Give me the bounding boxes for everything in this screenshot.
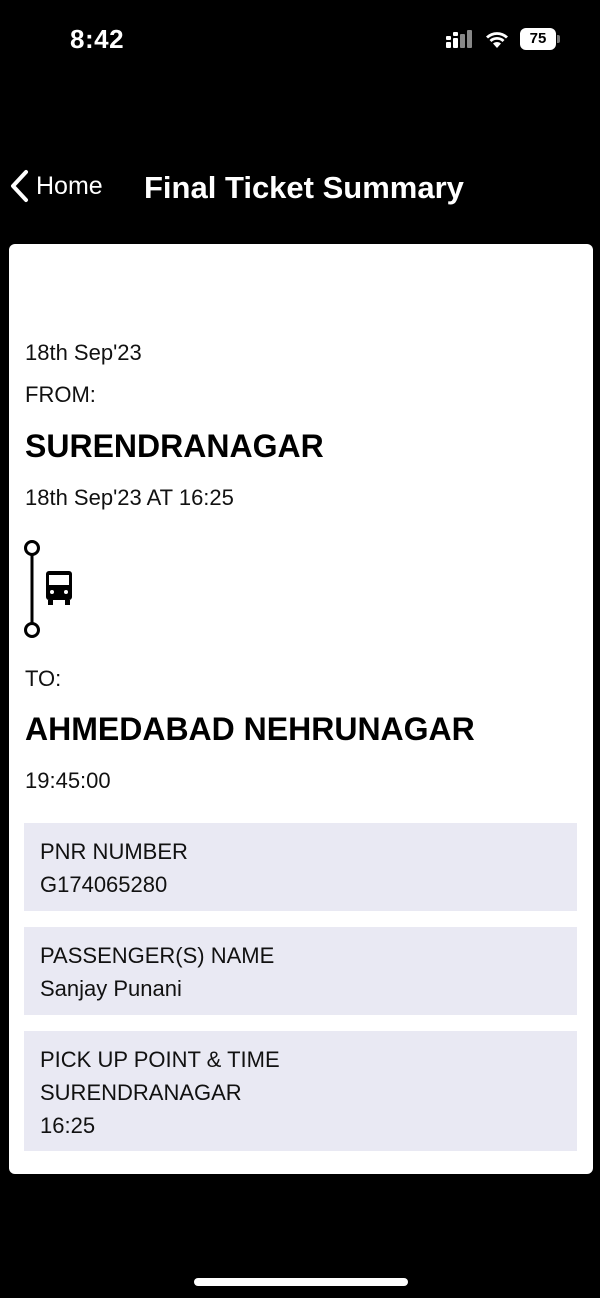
to-city: AHMEDABAD NEHRUNAGAR — [25, 711, 475, 747]
pnr-value: G174065280 — [40, 872, 168, 897]
battery-icon: 75 — [520, 28, 560, 50]
page-title: Final Ticket Summary — [144, 170, 464, 205]
passenger-box: PASSENGER(S) NAME Sanjay Punani — [24, 927, 577, 1015]
passenger-value: Sanjay Punani — [40, 976, 182, 1001]
status-bar: 8:42 75 — [0, 0, 600, 80]
wifi-icon — [486, 32, 508, 48]
departure-time: 18th Sep'23 AT 16:25 — [25, 485, 234, 510]
nav-bar: Home Final Ticket Summary — [0, 160, 600, 216]
status-icons: 75 — [444, 28, 560, 50]
back-button[interactable]: Home — [8, 168, 103, 204]
travel-date: 18th Sep'23 — [25, 340, 142, 365]
battery-level: 75 — [520, 28, 556, 50]
signal-icon — [446, 30, 472, 48]
home-indicator[interactable] — [194, 1278, 408, 1286]
route-graphic — [24, 540, 72, 638]
from-city: SURENDRANAGAR — [25, 428, 324, 464]
pickup-box: PICK UP POINT & TIME SURENDRANAGAR 16:25 — [24, 1031, 577, 1151]
back-label: Home — [36, 171, 103, 200]
arrival-time: 19:45:00 — [25, 768, 111, 793]
ticket-card: 18th Sep'23 FROM: SURENDRANAGAR 18th Sep… — [9, 244, 593, 1174]
pnr-label: PNR NUMBER — [40, 839, 188, 864]
from-label: FROM: — [25, 382, 96, 407]
pickup-label: PICK UP POINT & TIME — [40, 1047, 280, 1072]
chevron-left-icon — [11, 170, 28, 202]
pnr-box: PNR NUMBER G174065280 — [24, 823, 577, 911]
pickup-place: SURENDRANAGAR — [40, 1080, 242, 1105]
bus-icon — [46, 571, 72, 605]
status-time: 8:42 — [70, 24, 125, 54]
passenger-label: PASSENGER(S) NAME — [40, 943, 275, 968]
pickup-time: 16:25 — [40, 1113, 96, 1138]
to-label: TO: — [25, 666, 62, 691]
